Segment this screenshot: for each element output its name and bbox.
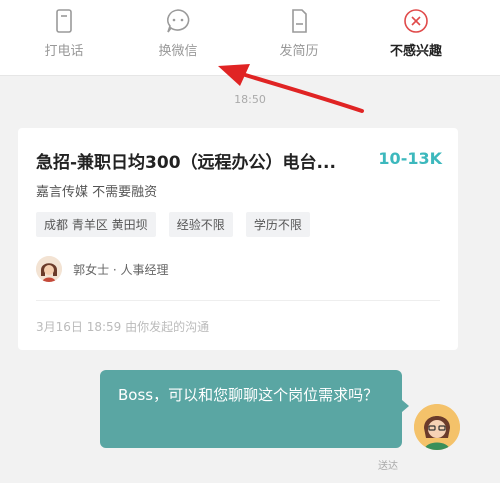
not-interested-button[interactable]: 不感兴趣 — [366, 8, 466, 59]
phone-icon — [56, 9, 72, 33]
job-card[interactable]: 急招-兼职日均300（远程办公）电台... 10-13K 嘉言传媒 不需要融资 … — [18, 128, 458, 350]
tag-experience: 经验不限 — [168, 212, 233, 237]
bubble-tail — [402, 400, 409, 412]
tag-education: 学历不限 — [245, 212, 310, 237]
call-label: 打电话 — [44, 44, 84, 59]
chat-bubble-icon — [167, 9, 190, 33]
exchange-wechat-label: 换微信 — [158, 44, 198, 59]
card-divider — [36, 300, 440, 301]
message-text: Boss，可以和您聊聊这个岗位需求吗？ — [118, 386, 379, 404]
recruiter-avatar — [36, 256, 62, 282]
recruiter-name: 郭女士 · 人事经理 — [73, 262, 169, 277]
delivery-status: 送达 — [378, 461, 398, 472]
job-salary: 10-13K — [378, 149, 442, 168]
send-resume-button[interactable]: 发简历 — [249, 8, 349, 59]
sent-message-bubble[interactable]: Boss，可以和您聊聊这个岗位需求吗？ — [100, 370, 402, 448]
exchange-wechat-button[interactable]: 换微信 — [128, 8, 228, 59]
recruiter-info: 郭女士 · 人事经理 — [36, 256, 169, 282]
close-circle-icon — [404, 9, 428, 33]
job-tags: 成都 青羊区 黄田坝 经验不限 学历不限 — [36, 212, 318, 237]
action-toolbar: 打电话 换微信 发简历 不感兴趣 — [0, 0, 500, 76]
job-title: 急招-兼职日均300（远程办公）电台... — [36, 153, 336, 173]
conversation-note: 3月16日 18:59 由你发起的沟通 — [36, 320, 210, 334]
send-resume-label: 发简历 — [279, 44, 319, 59]
message-timestamp: 18:50 — [234, 93, 266, 106]
not-interested-label: 不感兴趣 — [389, 44, 442, 59]
tag-location: 成都 青羊区 黄田坝 — [36, 212, 156, 237]
company-info: 嘉言传媒 不需要融资 — [36, 185, 158, 200]
call-button[interactable]: 打电话 — [14, 8, 114, 59]
document-icon — [292, 9, 307, 33]
user-avatar[interactable] — [414, 404, 460, 450]
